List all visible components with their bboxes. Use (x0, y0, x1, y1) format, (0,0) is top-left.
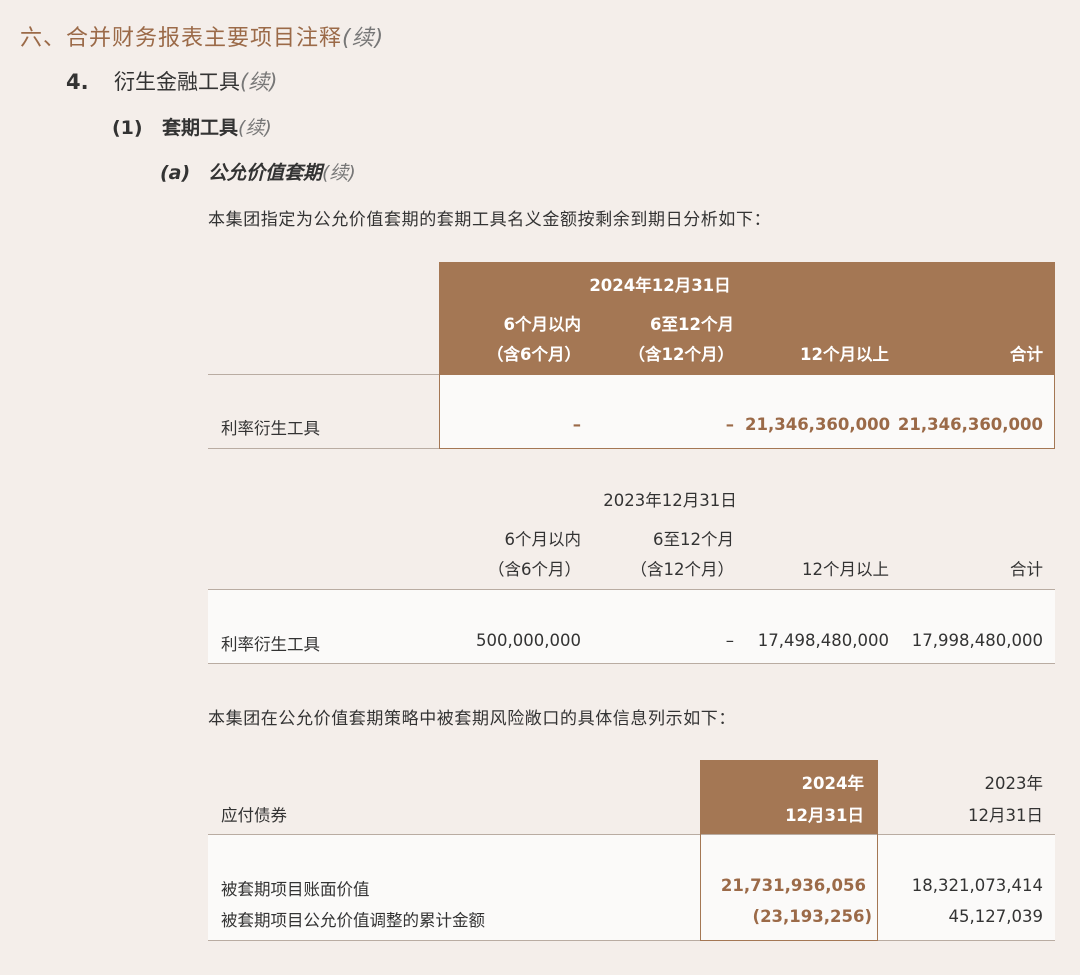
intro-paragraph-hedged-exposure: 本集团在公允价值套期策略中被套期风险敞口的具体信息列示如下： (208, 709, 736, 729)
table-2024-col3: 12个月以上 (800, 345, 889, 364)
table-2023-col2-line1: 6至12个月 (653, 530, 734, 549)
table-2024-date: 2024年12月31日 (589, 276, 731, 295)
continued-mark: (续) (322, 162, 356, 184)
table-2023-col2-line2: （含12个月） (630, 560, 735, 579)
table-hedged-2024-line1: 2024年 (801, 774, 864, 793)
table-2024-top-rule (208, 374, 439, 375)
table-2023-row-label: 利率衍生工具 (221, 635, 320, 654)
subsection-heading: 4. 衍生金融工具(续) (66, 66, 277, 96)
table-2023-body-bg (208, 589, 1055, 663)
table-2023-top-rule (208, 589, 1055, 590)
table-2023-col3: 12个月以上 (802, 560, 889, 579)
table-hedged-bottom-rule (208, 940, 1055, 941)
table-hedged-row1-label: 被套期项目账面价值 (221, 880, 370, 899)
table-2024-body-border (439, 374, 1055, 449)
table-2024-value-col2: – (725, 415, 734, 434)
section-title: 六、合并财务报表主要项目注释 (20, 26, 343, 51)
table-2023-value-col3: 17,498,480,000 (757, 631, 889, 650)
table-hedged-2023-line2: 12月31日 (968, 806, 1043, 825)
table-hedged-row1-2024: 21,731,936,056 (720, 876, 866, 895)
continued-mark: (续) (342, 26, 385, 51)
intro-paragraph-maturity: 本集团指定为公允价值套期的套期工具名义金额按剩余到期日分析如下： (208, 210, 772, 230)
item-heading: (1) 套期工具(续) (112, 113, 272, 140)
table-2024-col1-line1: 6个月以内 (503, 315, 581, 334)
table-2023-col1-line1: 6个月以内 (504, 530, 582, 549)
table-2024-row-label: 利率衍生工具 (221, 419, 320, 438)
item-title: 套期工具 (162, 117, 239, 139)
table-2024-bottom-rule (208, 448, 439, 449)
table-2024-col2-line2: （含12个月） (628, 345, 734, 364)
table-2023-col4: 合计 (1010, 560, 1043, 579)
table-hedged-top-rule (208, 834, 1055, 835)
table-hedged-row1-2023: 18,321,073,414 (911, 876, 1043, 895)
table-hedged-2024-bottom-border (700, 940, 878, 941)
table-hedged-row2-label: 被套期项目公允价值调整的累计金额 (221, 911, 485, 930)
subitem-number: (a) (160, 162, 191, 184)
table-2024-value-col1: – (572, 415, 581, 434)
table-2023-date: 2023年12月31日 (603, 491, 737, 510)
table-2023-value-col4: 17,998,480,000 (911, 631, 1043, 650)
item-number: (1) (112, 117, 143, 139)
table-2024-col2-line1: 6至12个月 (650, 315, 734, 334)
table-2023-bottom-rule (208, 663, 1055, 664)
table-2024-value-col4: 21,346,360,000 (897, 415, 1043, 434)
table-2024-col4: 合计 (1010, 345, 1043, 364)
table-hedged-2024-right-border (877, 834, 878, 941)
table-hedged-row2-2024: (23,193,256) (752, 907, 872, 926)
subitem-title: 公允价值套期 (208, 162, 323, 184)
continued-mark: (续) (238, 117, 272, 139)
subsection-title: 衍生金融工具 (114, 70, 240, 94)
table-hedged-label: 应付债券 (221, 806, 287, 825)
continued-mark: (续) (240, 70, 278, 94)
table-2023-col1-line2: （含6个月） (488, 560, 581, 579)
table-hedged-2023-line1: 2023年 (984, 774, 1044, 793)
section-heading: 六、合并财务报表主要项目注释(续) (20, 20, 384, 52)
subsection-number: 4. (66, 70, 89, 94)
subitem-heading: (a) 公允价值套期(续) (160, 158, 356, 185)
table-hedged-2024-line2: 12月31日 (785, 806, 864, 825)
table-2024-value-col3: 21,346,360,000 (745, 415, 891, 434)
table-2023-value-col2: – (725, 631, 734, 650)
table-2024-col1-line2: （含6个月） (487, 345, 581, 364)
table-hedged-row2-2023: 45,127,039 (948, 907, 1043, 926)
table-2023-value-col1: 500,000,000 (476, 631, 581, 650)
